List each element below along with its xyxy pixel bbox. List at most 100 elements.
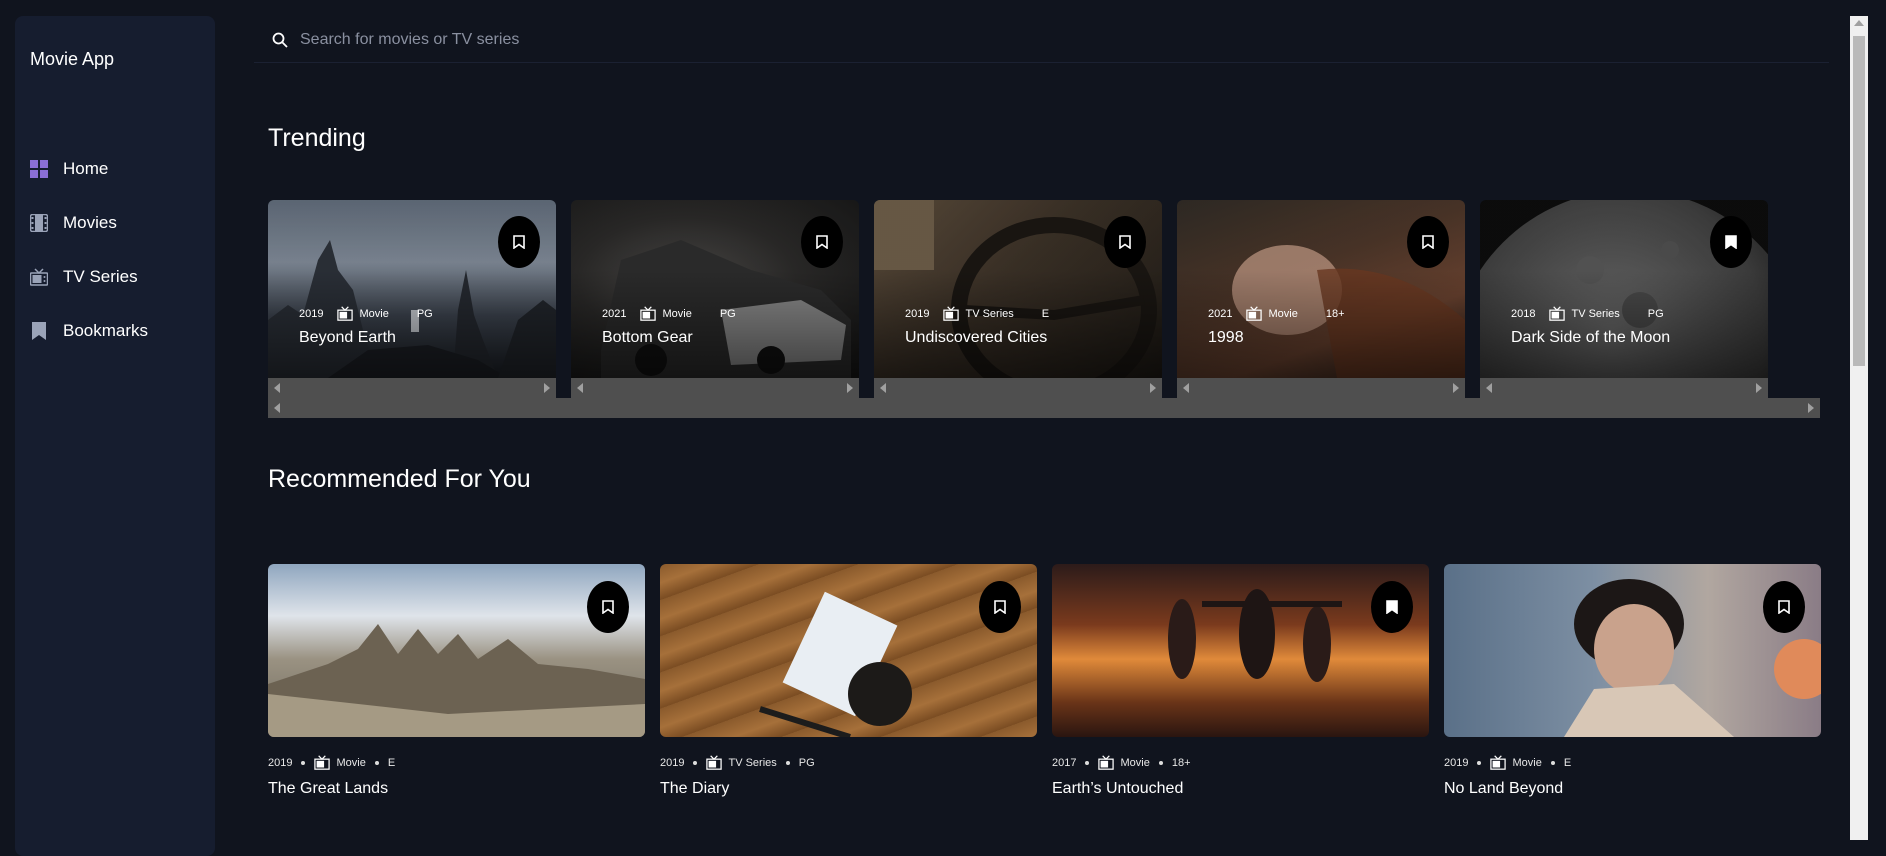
trending-meta: 2018 TV Series PG	[1511, 306, 1678, 321]
recommended-card-image	[268, 564, 645, 737]
category: Movie	[359, 307, 389, 320]
rating: PG	[798, 756, 815, 769]
page-scrollbar[interactable]	[1850, 16, 1868, 840]
scroll-up-arrow[interactable]	[1854, 20, 1864, 26]
year: 2017	[1052, 756, 1077, 769]
year: 2021	[602, 307, 627, 320]
recommended-meta: 2019 Movie E	[1444, 755, 1821, 770]
sidebar-item-home[interactable]: Home	[15, 142, 215, 196]
recommended-card[interactable]: 2017 Movie 18+ Earth’s Untouched	[1052, 564, 1429, 798]
trending-card[interactable]: 2019 TV Series E Undiscovered Cities	[874, 200, 1162, 378]
bookmark-outline-icon	[1422, 235, 1434, 249]
trending-card[interactable]: 2019 Movie PG Beyond Earth	[268, 200, 556, 378]
sidebar-item-bookmarks[interactable]: Bookmarks	[15, 304, 215, 358]
bookmark-button[interactable]	[1763, 581, 1805, 633]
year: 2021	[1208, 307, 1233, 320]
trending-title[interactable]: Undiscovered Cities	[905, 329, 1047, 347]
year: 2019	[660, 756, 685, 769]
year: 2019	[268, 756, 293, 769]
app-logo[interactable]: Movie App	[30, 49, 114, 70]
trending-card[interactable]: 2021 Movie PG Bottom Gear	[571, 200, 859, 378]
recommended-card-image	[1444, 564, 1821, 737]
sidebar-nav: Home Movies TV Series Bookmarks	[15, 142, 215, 358]
recommended-card-image	[1052, 564, 1429, 737]
sidebar-item-tv-series[interactable]: TV Series	[15, 250, 215, 304]
recommended-title[interactable]: The Great Lands	[268, 780, 645, 798]
film-icon	[314, 755, 331, 770]
category: Movie	[336, 756, 366, 769]
bookmark-outline-icon	[1119, 235, 1131, 249]
bookmark-button[interactable]	[979, 581, 1021, 633]
sidebar-item-label: TV Series	[63, 267, 138, 286]
tv-icon	[29, 267, 49, 287]
card-scrollbar[interactable]	[571, 378, 859, 398]
main-content: Trending 2019 Movie PG	[236, 0, 1848, 840]
rating: E	[1563, 756, 1572, 769]
film-icon	[640, 306, 657, 321]
recommended-meta: 2017 Movie 18+	[1052, 755, 1429, 770]
rating: E	[387, 756, 396, 769]
tv-icon	[1549, 306, 1566, 321]
sidebar-item-movies[interactable]: Movies	[15, 196, 215, 250]
card-scrollbar[interactable]	[1480, 378, 1768, 398]
year: 2019	[1444, 756, 1469, 769]
recommended-card[interactable]: 2019 Movie E No Land Beyond	[1444, 564, 1821, 798]
search-bar	[254, 18, 1829, 63]
bookmark-button[interactable]	[1104, 216, 1146, 268]
bookmark-button[interactable]	[1710, 216, 1752, 268]
tv-icon	[943, 306, 960, 321]
bookmark-outline-icon	[513, 235, 525, 249]
year: 2019	[299, 307, 324, 320]
rating: 18+	[1325, 307, 1345, 320]
film-icon	[29, 213, 49, 233]
card-scrollbar[interactable]	[874, 378, 1162, 398]
scrollbar-thumb[interactable]	[1853, 36, 1865, 366]
rating: PG	[719, 307, 736, 320]
search-input[interactable]	[298, 30, 902, 50]
recommended-title[interactable]: The Diary	[660, 780, 1037, 798]
bookmark-outline-icon	[816, 235, 828, 249]
recommended-title[interactable]: No Land Beyond	[1444, 780, 1821, 798]
trending-card[interactable]: 2018 TV Series PG Dark Side of the Moon	[1480, 200, 1768, 378]
rating: E	[1041, 307, 1050, 320]
sidebar-item-label: Home	[63, 159, 109, 178]
rating: PG	[416, 307, 433, 320]
card-scrollbar[interactable]	[1177, 378, 1465, 398]
grid-icon	[29, 159, 49, 179]
bookmark-button[interactable]	[1371, 581, 1413, 633]
category: Movie	[1120, 756, 1150, 769]
rating: 18+	[1171, 756, 1191, 769]
film-icon	[1246, 306, 1263, 321]
trending-carousel[interactable]: 2019 Movie PG Beyond Earth 2021 Movie PG…	[268, 200, 1820, 418]
bookmark-button[interactable]	[801, 216, 843, 268]
trending-title[interactable]: Dark Side of the Moon	[1511, 329, 1670, 347]
bookmark-button[interactable]	[498, 216, 540, 268]
search-icon	[272, 32, 288, 48]
bookmark-button[interactable]	[587, 581, 629, 633]
recommended-heading: Recommended For You	[268, 465, 531, 493]
bookmark-button[interactable]	[1407, 216, 1449, 268]
category: TV Series	[1571, 307, 1620, 320]
recommended-title[interactable]: Earth’s Untouched	[1052, 780, 1429, 798]
trending-meta: 2021 Movie PG	[602, 306, 750, 321]
sidebar-item-label: Movies	[63, 213, 117, 232]
recommended-meta: 2019 TV Series PG	[660, 755, 1037, 770]
trending-meta: 2021 Movie 18+	[1208, 306, 1359, 321]
category: TV Series	[728, 756, 777, 769]
trending-title[interactable]: Bottom Gear	[602, 329, 693, 347]
category: Movie	[662, 307, 692, 320]
sidebar: Movie App Home Movies TV Series Bookmark…	[15, 16, 215, 856]
film-icon	[337, 306, 354, 321]
trending-scrollbar[interactable]	[268, 398, 1820, 418]
bookmark-filled-icon	[1725, 235, 1737, 249]
trending-card[interactable]: 2021 Movie 18+ 1998	[1177, 200, 1465, 378]
recommended-card[interactable]: 2019 TV Series PG The Diary	[660, 564, 1037, 798]
bookmark-outline-icon	[602, 600, 614, 614]
trending-title[interactable]: Beyond Earth	[299, 329, 396, 347]
category: Movie	[1512, 756, 1542, 769]
bookmark-icon	[29, 321, 49, 341]
trending-title[interactable]: 1998	[1208, 329, 1244, 347]
recommended-card[interactable]: 2019 Movie E The Great Lands	[268, 564, 645, 798]
category: Movie	[1268, 307, 1298, 320]
card-scrollbar[interactable]	[268, 378, 556, 398]
